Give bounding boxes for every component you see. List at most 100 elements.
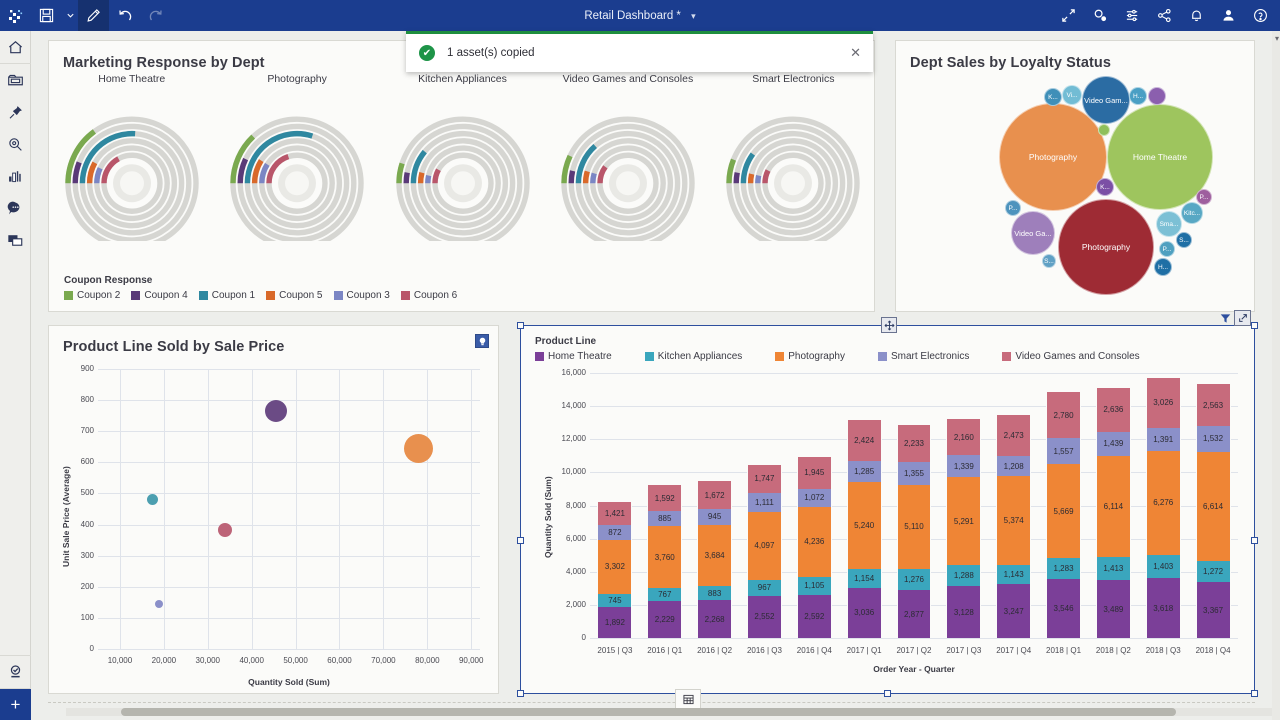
resize-handle-ne[interactable] [1251, 322, 1258, 329]
bar-segment[interactable]: 5,240 [846, 481, 882, 569]
sidebar-item-pages[interactable] [0, 224, 31, 256]
bar-segment[interactable]: 2,592 [796, 595, 832, 638]
bar-segment[interactable]: 1,403 [1145, 554, 1181, 579]
scatter-point[interactable] [264, 400, 287, 422]
sidebar-item-data[interactable] [0, 64, 31, 96]
sidebar-item-pin[interactable] [0, 96, 31, 128]
bubble[interactable]: P... [1196, 189, 1212, 205]
legend-item-coupon[interactable]: Coupon 4 [131, 290, 188, 301]
bubble[interactable]: Kitc... [1181, 202, 1203, 224]
bar-segment[interactable]: 945 [697, 509, 733, 525]
bar-segment[interactable]: 5,669 [1046, 464, 1081, 559]
radial-gauge[interactable] [57, 89, 207, 241]
bar-segment[interactable]: 6,114 [1095, 455, 1131, 557]
bubble[interactable]: K... [1044, 88, 1062, 106]
bar-segment[interactable]: 3,128 [946, 586, 982, 638]
bar-segment[interactable]: 872 [597, 525, 633, 540]
horizontal-scrollbar[interactable] [66, 708, 1272, 716]
radial-chart-3[interactable]: Kitchen Appliances [380, 73, 545, 263]
panel-dept-sales-loyalty[interactable]: Dept Sales by Loyalty Status Photography… [895, 40, 1255, 312]
sidebar-item-explore[interactable] [0, 128, 31, 160]
radial-gauge[interactable] [718, 89, 868, 241]
bubble[interactable]: P... [1005, 200, 1021, 216]
edit-pencil-icon[interactable] [78, 0, 109, 31]
bar-segment[interactable]: 2,636 [1095, 388, 1131, 432]
bar-segment[interactable]: 3,247 [996, 584, 1032, 638]
panel-product-line-sale-price[interactable]: Product Line Sold by Sale Price 0 100 200 3… [48, 325, 499, 694]
scatter-point[interactable] [404, 433, 434, 463]
save-icon[interactable] [31, 0, 62, 31]
bar-segment[interactable]: 1,285 [846, 460, 882, 482]
bar-segment[interactable]: 2,160 [946, 419, 982, 456]
scatter-point[interactable] [155, 600, 164, 609]
bar-segment[interactable]: 1,105 [796, 576, 832, 596]
filter-funnel-icon[interactable] [1217, 310, 1234, 326]
bar-segment[interactable]: 1,208 [996, 456, 1032, 477]
radial-gauge[interactable] [388, 89, 538, 241]
legend-item-coupon[interactable]: Coupon 3 [333, 290, 390, 301]
resize-handle-nw[interactable] [517, 322, 524, 329]
radial-chart-5[interactable]: Smart Electronics [711, 73, 876, 263]
search-icon[interactable] [1084, 0, 1116, 31]
radial-gauge[interactable] [553, 89, 703, 241]
settings-sliders-icon[interactable] [1116, 0, 1148, 31]
bubble[interactable]: S... [1042, 254, 1056, 268]
notifications-bell-icon[interactable] [1180, 0, 1212, 31]
undo-icon[interactable] [109, 0, 140, 31]
chevron-down-icon[interactable] [62, 0, 78, 31]
bar-segment[interactable]: 1,421 [597, 501, 633, 526]
share-icon[interactable] [1148, 0, 1180, 31]
resize-handle-e[interactable] [1251, 537, 1258, 544]
bar-segment[interactable]: 1,154 [846, 568, 882, 588]
collapse-chevron-icon[interactable]: ▾ [1275, 34, 1279, 43]
radial-chart-4[interactable]: Video Games and Consoles [545, 73, 710, 263]
scatter-point[interactable] [147, 494, 159, 506]
bar-segment[interactable]: 2,424 [846, 420, 882, 461]
bubble[interactable]: Video Ga... [1011, 211, 1055, 255]
bar-segment[interactable]: 3,684 [697, 524, 733, 586]
bar-segment[interactable]: 883 [697, 585, 733, 601]
legend-item-coupon[interactable]: Coupon 6 [400, 290, 457, 301]
bar-segment[interactable]: 2,268 [697, 600, 733, 638]
bar-segment[interactable]: 1,339 [946, 455, 982, 478]
user-account-icon[interactable] [1212, 0, 1244, 31]
bar-segment[interactable]: 3,489 [1095, 580, 1131, 638]
bar-segment[interactable]: 1,288 [946, 564, 982, 587]
legend-item-coupon[interactable]: Coupon 2 [64, 290, 120, 301]
radial-gauge[interactable] [222, 89, 372, 241]
bar-segment[interactable]: 2,563 [1195, 383, 1231, 427]
bar-segment[interactable]: 767 [647, 588, 683, 602]
bar-segment[interactable]: 3,618 [1145, 578, 1181, 638]
bar-segment[interactable]: 3,036 [846, 587, 882, 638]
bar-segment[interactable]: 1,747 [747, 464, 782, 494]
expand-icon[interactable] [1234, 310, 1251, 326]
bar-segment[interactable]: 1,439 [1095, 431, 1131, 456]
sidebar-item-home[interactable] [0, 31, 31, 63]
app-logo-icon[interactable] [0, 0, 31, 31]
page-grid-icon[interactable] [675, 689, 701, 708]
bar-segment[interactable]: 885 [647, 511, 683, 527]
bar-segment[interactable]: 5,374 [996, 476, 1032, 566]
bar-segment[interactable]: 6,276 [1145, 450, 1181, 555]
sidebar-item-comments[interactable] [0, 192, 31, 224]
bar-segment[interactable]: 1,892 [597, 606, 633, 638]
bar-segment[interactable]: 1,557 [1046, 438, 1081, 465]
radial-chart-2[interactable]: Photography [214, 73, 379, 263]
resize-handle-w[interactable] [517, 537, 524, 544]
sidebar-item-certified[interactable] [0, 656, 31, 688]
bubble[interactable]: Video Gam... [1082, 76, 1130, 124]
bar-segment[interactable]: 1,283 [1046, 558, 1081, 580]
bar-segment[interactable]: 967 [747, 579, 782, 596]
bubble[interactable]: H... [1154, 258, 1172, 276]
resize-handle-sw[interactable] [517, 690, 524, 697]
scatter-plot-area[interactable]: 0 100 200 300 400 500 600 700 800 900 10,000 20,000… [49, 326, 500, 695]
bubble[interactable]: S... [1176, 232, 1192, 248]
bubble[interactable]: K... [1096, 178, 1114, 196]
bar-segment[interactable]: 1,945 [796, 456, 832, 489]
bubble[interactable]: Vi... [1062, 85, 1082, 105]
bubble[interactable]: Photography [1058, 199, 1154, 295]
bar-segment[interactable]: 6,614 [1195, 451, 1231, 562]
bar-segment[interactable]: 2,229 [647, 601, 683, 638]
bar-segment[interactable]: 3,760 [647, 526, 683, 589]
bar-segment[interactable]: 3,546 [1046, 579, 1081, 638]
